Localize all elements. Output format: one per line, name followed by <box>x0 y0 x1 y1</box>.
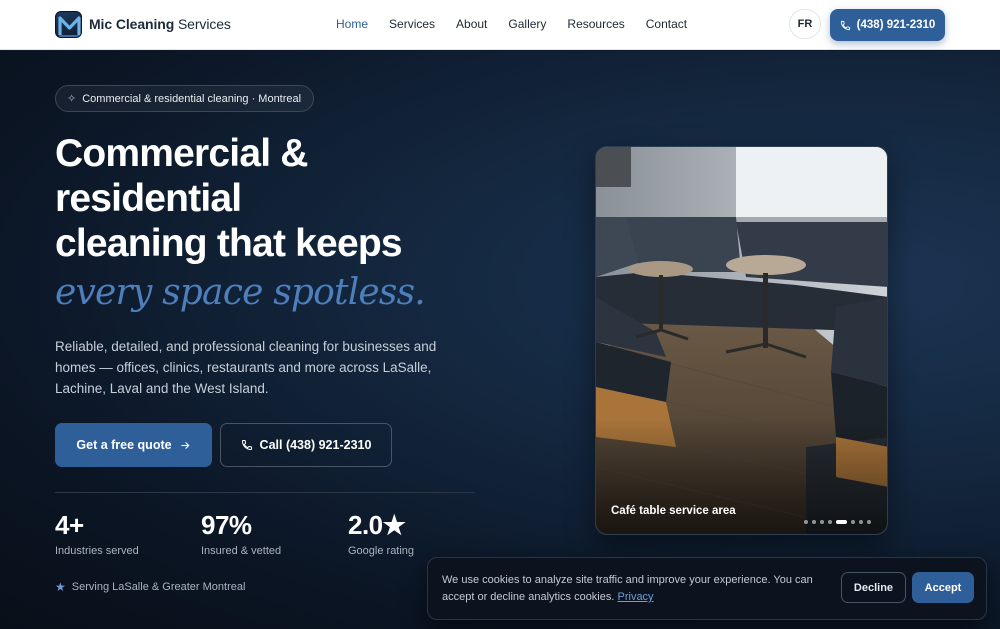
top-navbar: Mic Cleaning Services Home Services Abou… <box>0 0 1000 50</box>
stat-label: Insured & vetted <box>201 545 282 557</box>
cookie-text: We use cookies to analyze site traffic a… <box>442 572 827 606</box>
headline-line-3: cleaning that keeps <box>55 222 403 265</box>
nav-link-gallery[interactable]: Gallery <box>508 17 546 31</box>
language-toggle-button[interactable]: FR <box>789 9 821 39</box>
call-button[interactable]: Call (438) 921-2310 <box>220 423 392 467</box>
carousel-dot-active[interactable] <box>836 520 847 524</box>
nav-link-home[interactable]: Home <box>336 17 368 31</box>
accept-cookies-button[interactable]: Accept <box>912 572 974 603</box>
gallery-carousel[interactable]: Café table service area <box>595 146 888 535</box>
stat-value: 97% <box>201 510 252 540</box>
carousel-caption: Café table service area <box>611 505 736 517</box>
stat-insured: 97% Insured & vetted <box>201 510 281 557</box>
carousel-dot[interactable] <box>859 520 863 524</box>
headline-line-1: Commercial & <box>55 132 308 175</box>
stat-label: Google rating <box>348 545 415 557</box>
cookie-banner: We use cookies to analyze site traffic a… <box>427 557 987 620</box>
category-pill-text: Commercial & residential cleaning · Mont… <box>82 92 302 105</box>
service-area-note: ★ Serving LaSalle & Greater Montreal <box>55 580 245 594</box>
carousel-dot[interactable] <box>804 520 808 524</box>
privacy-link[interactable]: Privacy <box>618 591 654 603</box>
category-pill: ✧ Commercial & residential cleaning · Mo… <box>55 85 315 112</box>
sparkle-icon: ✧ <box>67 93 77 105</box>
nav-call-button[interactable]: (438) 921-2310 <box>830 9 945 41</box>
get-quote-button[interactable]: Get a free quote <box>55 423 212 467</box>
star-icon: ★ <box>55 580 66 594</box>
hero-description: Reliable, detailed, and professional cle… <box>55 339 437 396</box>
arrow-right-icon <box>180 441 189 449</box>
cafe-photo <box>596 147 887 534</box>
nav-link-services[interactable]: Services <box>389 17 435 31</box>
get-quote-label: Get a free quote <box>76 438 172 452</box>
nav-links: Home Services About Gallery Resources Co… <box>336 17 708 31</box>
phone-icon <box>840 20 850 30</box>
nav-link-about[interactable]: About <box>456 17 487 31</box>
headline-italic: every space spotless. <box>55 272 426 313</box>
hero-headline: Commercial & residential cleaning that k… <box>55 131 515 266</box>
stat-label: Industries served <box>55 545 139 557</box>
stat-value: 2.0★ <box>348 510 406 540</box>
carousel-dot[interactable] <box>867 520 871 524</box>
stat-industries: 4+ Industries served <box>55 510 139 557</box>
carousel-dot[interactable] <box>812 520 816 524</box>
phone-icon <box>241 440 252 451</box>
carousel-dot[interactable] <box>828 520 832 524</box>
logo-icon[interactable] <box>55 11 82 38</box>
nav-link-resources[interactable]: Resources <box>567 17 624 31</box>
stats-divider <box>55 492 475 493</box>
headline-line-2: residential <box>55 177 242 220</box>
brand-name-rest: Services <box>174 16 231 32</box>
nav-call-label: (438) 921-2310 <box>856 19 936 31</box>
decline-cookies-button[interactable]: Decline <box>841 572 906 603</box>
hero-section: ✧ Commercial & residential cleaning · Mo… <box>0 51 1000 629</box>
service-area-text: Serving LaSalle & Greater Montreal <box>71 581 246 593</box>
carousel-dots[interactable] <box>804 520 871 524</box>
carousel-dot[interactable] <box>820 520 824 524</box>
brand-name[interactable]: Mic Cleaning Services <box>89 16 231 32</box>
nav-link-contact[interactable]: Contact <box>646 17 687 31</box>
call-button-label: Call (438) 921-2310 <box>259 438 372 452</box>
stat-rating: 2.0★ Google rating <box>348 510 414 557</box>
brand-name-bold: Mic Cleaning <box>89 16 175 32</box>
stat-value: 4+ <box>55 510 84 540</box>
carousel-dot[interactable] <box>851 520 855 524</box>
